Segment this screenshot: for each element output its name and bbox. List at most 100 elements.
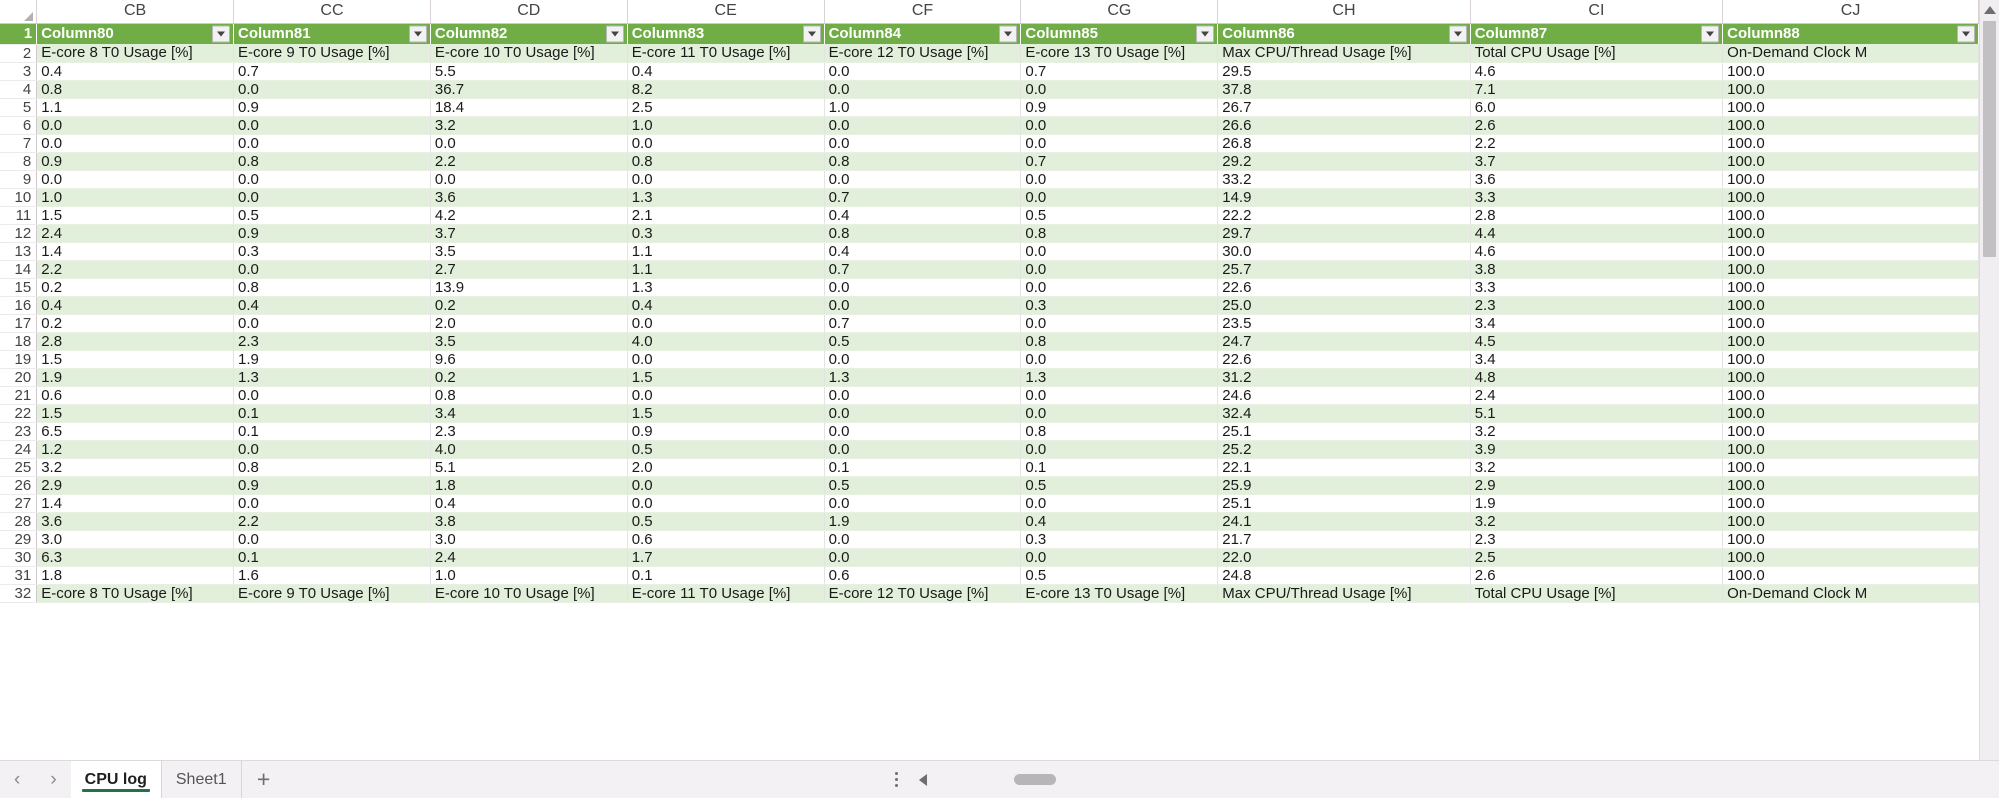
row-number[interactable]: 5 [0,98,38,117]
grid-cell[interactable]: 0.0 [824,350,1022,369]
grid-cell[interactable]: 0.7 [233,62,431,81]
grid-cell[interactable]: 0.0 [824,386,1022,405]
grid-cell[interactable]: 0.8 [627,152,825,171]
grid-cell[interactable]: 100.0 [1722,530,1979,549]
grid-cell[interactable]: 1.0 [824,98,1022,117]
grid-cell[interactable]: 0.0 [1020,260,1219,279]
grid-cell[interactable]: 2.5 [1470,548,1724,567]
grid-cell[interactable]: 2.0 [430,314,628,333]
grid-cell[interactable]: E-core 13 T0 Usage [%] [1020,584,1219,603]
grid-cell[interactable]: 0.9 [627,422,825,441]
grid-cell[interactable]: 100.0 [1722,224,1979,243]
grid-cell[interactable]: 5.1 [1470,404,1724,423]
grid-cell[interactable]: 0.0 [1020,134,1219,153]
grid-cell[interactable]: 0.0 [233,188,431,207]
row-number[interactable]: 1 [0,23,38,45]
grid-cell[interactable]: 100.0 [1722,62,1979,81]
column-header-cb[interactable]: CB [36,0,235,24]
grid-cell[interactable]: 0.0 [233,134,431,153]
grid-cell[interactable]: 0.8 [824,224,1022,243]
more-options-icon[interactable] [895,772,898,787]
grid-cell[interactable]: 4.0 [430,440,628,459]
row-number[interactable]: 11 [0,206,38,225]
grid-cell[interactable]: 3.4 [430,404,628,423]
grid-cell[interactable]: 4.0 [627,332,825,351]
grid-cell[interactable]: 0.0 [1020,278,1219,297]
grid-cell[interactable]: 100.0 [1722,566,1979,585]
horizontal-scroll-area[interactable] [889,761,1999,798]
grid-cell[interactable]: 2.7 [430,260,628,279]
grid-cell[interactable]: 3.7 [1470,152,1724,171]
grid-cell[interactable]: 0.0 [627,494,825,513]
grid-cell[interactable]: 31.2 [1217,368,1471,387]
grid-cell[interactable]: 25.0 [1217,296,1471,315]
grid-cell[interactable]: E-core 12 T0 Usage [%] [824,44,1022,63]
grid-cell[interactable]: Max CPU/Thread Usage [%] [1217,584,1471,603]
grid-cell[interactable]: 0.0 [36,134,235,153]
sheet-tab-sheet1[interactable]: Sheet1 [162,761,242,798]
grid-cell[interactable]: 100.0 [1722,458,1979,477]
grid-cell[interactable]: 1.1 [36,98,235,117]
grid-cell[interactable]: 4.5 [1470,332,1724,351]
grid-cell[interactable]: E-core 11 T0 Usage [%] [627,584,825,603]
grid-cell[interactable]: 14.9 [1217,188,1471,207]
table-header-cell[interactable]: Column82 [430,23,628,44]
grid-cell[interactable]: 26.8 [1217,134,1471,153]
row-number[interactable]: 2 [0,44,38,63]
grid-cell[interactable]: On-Demand Clock M [1722,584,1979,603]
grid-cell[interactable]: 0.0 [824,116,1022,135]
grid-cell[interactable]: 2.0 [627,458,825,477]
grid-cell[interactable]: 0.5 [627,440,825,459]
grid-cell[interactable]: 0.0 [824,440,1022,459]
grid-cell[interactable]: 0.0 [824,494,1022,513]
grid-cell[interactable]: 2.4 [430,548,628,567]
grid-cell[interactable]: 3.8 [1470,260,1724,279]
grid-cell[interactable]: 0.0 [1020,80,1219,99]
grid-cell[interactable]: 22.6 [1217,278,1471,297]
grid-cell[interactable]: 2.3 [1470,296,1724,315]
grid-cell[interactable]: 0.0 [824,296,1022,315]
grid-cell[interactable]: 0.5 [233,206,431,225]
row-number[interactable]: 8 [0,152,38,171]
grid-cell[interactable]: 0.5 [627,512,825,531]
grid-cell[interactable]: 32.4 [1217,404,1471,423]
grid-cell[interactable]: E-core 8 T0 Usage [%] [36,44,235,63]
grid-cell[interactable]: 0.3 [1020,530,1219,549]
grid-cell[interactable]: 33.2 [1217,170,1471,189]
grid-cell[interactable]: 0.3 [233,242,431,261]
column-header-cf[interactable]: CF [824,0,1022,24]
grid-cell[interactable]: 29.5 [1217,62,1471,81]
grid-cell[interactable]: 6.3 [36,548,235,567]
grid-cell[interactable]: 100.0 [1722,98,1979,117]
grid-cell[interactable]: 0.4 [36,296,235,315]
grid-cell[interactable]: 2.4 [36,224,235,243]
grid-cell[interactable]: 1.1 [627,260,825,279]
grid-cell[interactable]: 4.2 [430,206,628,225]
grid-cell[interactable]: 1.3 [627,188,825,207]
grid-cell[interactable]: 0.2 [430,296,628,315]
grid-cell[interactable]: 1.0 [36,188,235,207]
prev-sheet-icon[interactable]: ‹ [8,770,26,789]
grid-cell[interactable]: 0.3 [1020,296,1219,315]
grid-cell[interactable]: 29.2 [1217,152,1471,171]
grid-cell[interactable]: 1.4 [36,494,235,513]
grid-cell[interactable]: 9.6 [430,350,628,369]
table-header-cell[interactable]: Column88 [1722,23,1979,44]
grid-cell[interactable]: 0.2 [430,368,628,387]
grid-cell[interactable]: 0.4 [627,296,825,315]
grid-cell[interactable]: 100.0 [1722,134,1979,153]
grid-cell[interactable]: 1.7 [627,548,825,567]
grid-cell[interactable]: Total CPU Usage [%] [1470,44,1724,63]
filter-dropdown-icon[interactable] [999,25,1018,43]
add-sheet-button[interactable]: + [242,761,286,798]
grid-cell[interactable]: 37.8 [1217,80,1471,99]
grid-cell[interactable]: 0.0 [1020,548,1219,567]
grid-cell[interactable]: 0.0 [233,530,431,549]
row-number[interactable]: 14 [0,260,38,279]
grid-cell[interactable]: 0.1 [233,548,431,567]
filter-dropdown-icon[interactable] [408,25,427,43]
column-header-cd[interactable]: CD [430,0,628,24]
grid-cell[interactable]: 1.9 [36,368,235,387]
grid-cell[interactable]: 100.0 [1722,296,1979,315]
grid-cell[interactable]: 0.9 [233,98,431,117]
